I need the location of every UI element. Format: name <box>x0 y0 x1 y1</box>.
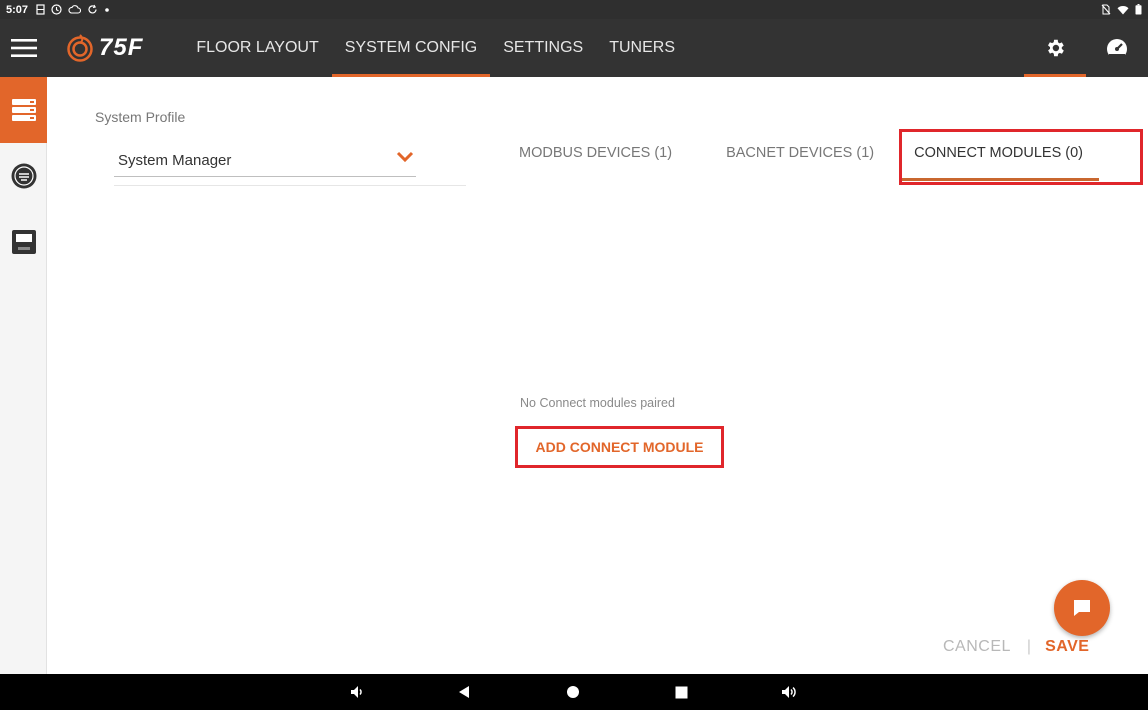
recents-square-icon <box>675 686 687 698</box>
volume-up-icon <box>782 686 796 698</box>
back-button[interactable] <box>449 674 479 710</box>
save-button[interactable]: SAVE <box>1045 638 1089 656</box>
status-bar: 5:07 <box>0 0 1148 19</box>
sidebar-item-btu[interactable] <box>0 209 47 275</box>
volume-down-button[interactable] <box>342 674 372 710</box>
home-circle-icon <box>567 686 579 698</box>
tab-tuners[interactable]: TUNERS <box>596 19 688 77</box>
speedometer-icon <box>1107 39 1127 59</box>
main-nav: FLOOR LAYOUT SYSTEM CONFIG SETTINGS TUNE… <box>183 19 688 77</box>
clock-icon <box>51 4 62 15</box>
tab-floor-layout[interactable]: FLOOR LAYOUT <box>183 19 331 77</box>
connect-modules-highlight <box>899 129 1143 185</box>
profile-divider <box>114 185 466 186</box>
add-connect-module-button[interactable]: ADD CONNECT MODULE <box>515 426 724 468</box>
left-sidebar <box>0 77 47 674</box>
app-logo: 75F <box>65 33 143 63</box>
footer-separator: | <box>1026 638 1032 655</box>
tab-settings[interactable]: SETTINGS <box>490 19 596 77</box>
dot-icon <box>105 7 109 12</box>
logo-text: 75F <box>99 34 144 61</box>
empty-state-message: No Connect modules paired <box>520 396 675 410</box>
sync-icon <box>88 4 97 14</box>
server-stack-icon <box>11 99 36 121</box>
hamburger-icon <box>10 39 37 57</box>
recents-button[interactable] <box>666 674 696 710</box>
back-triangle-icon <box>459 686 469 698</box>
tab-system-config[interactable]: SYSTEM CONFIG <box>331 19 491 77</box>
volume-down-icon <box>351 686 362 698</box>
app-bar: 75F FLOOR LAYOUT SYSTEM CONFIG SETTINGS … <box>0 19 1148 77</box>
footer-actions: CANCEL | SAVE <box>943 638 1089 656</box>
cloud-icon <box>68 5 82 14</box>
volume-up-button[interactable] <box>774 674 804 710</box>
btu-meter-icon <box>11 230 36 254</box>
battery-icon <box>1135 4 1142 15</box>
system-nav-bar <box>0 674 1148 710</box>
wifi-icon <box>1117 5 1129 14</box>
system-profile-value: System Manager <box>118 152 232 169</box>
cancel-button[interactable]: CANCEL <box>943 638 1011 656</box>
tab-modbus-devices[interactable]: MODBUS DEVICES (1) <box>499 133 692 173</box>
main-content: System Profile System Manager MODBUS DEV… <box>47 77 1148 674</box>
gear-icon <box>1048 39 1064 57</box>
storage-icon <box>36 4 45 15</box>
logo-flame-icon <box>67 34 93 62</box>
chevron-down-icon <box>396 151 414 163</box>
tab-bacnet-devices[interactable]: BACNET DEVICES (1) <box>706 133 894 173</box>
module-dial-icon <box>11 163 36 189</box>
home-button[interactable] <box>558 674 588 710</box>
no-sim-icon <box>1101 4 1111 15</box>
chat-fab-button[interactable] <box>1054 580 1110 636</box>
sidebar-item-module[interactable] <box>0 143 47 209</box>
system-profile-label: System Profile <box>95 109 186 125</box>
system-profile-dropdown[interactable]: System Manager <box>114 145 416 177</box>
chat-bubble-icon <box>1074 600 1090 616</box>
dashboard-button[interactable] <box>1086 19 1148 77</box>
menu-button[interactable] <box>0 19 47 77</box>
sidebar-item-system[interactable] <box>0 77 47 143</box>
settings-button[interactable] <box>1024 19 1086 77</box>
status-time: 5:07 <box>6 3 29 16</box>
